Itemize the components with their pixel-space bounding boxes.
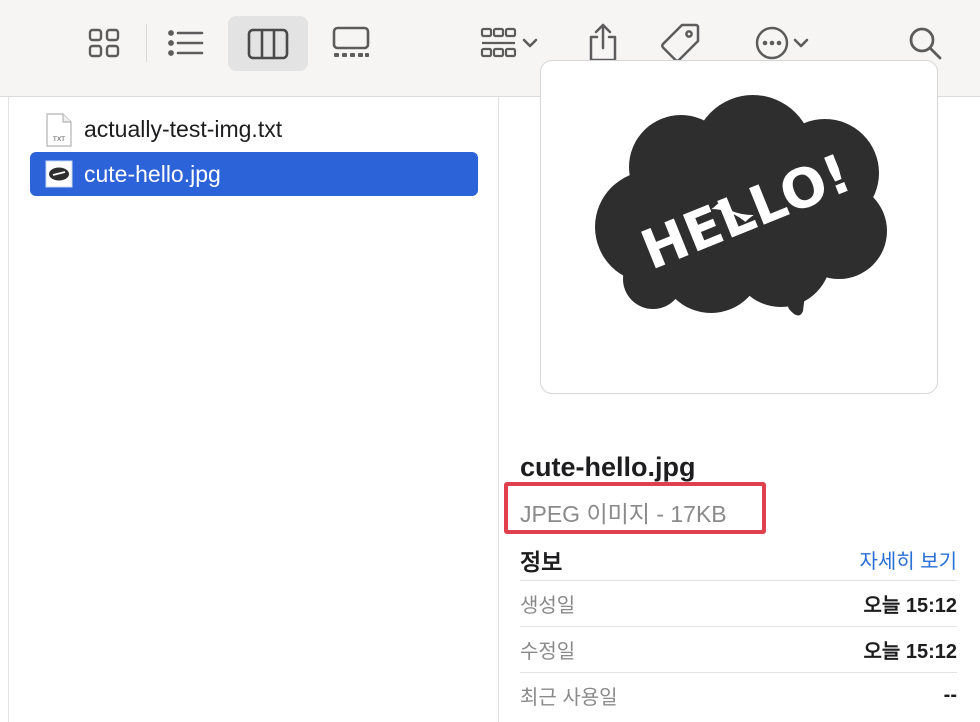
gallery-icon (332, 26, 370, 57)
info-value: 오늘 15:12 (863, 594, 957, 617)
group-by-button[interactable] (468, 20, 548, 66)
info-row-modified: 수정일 오늘 15:12 (520, 626, 957, 671)
info-value: -- (943, 683, 957, 706)
group-grid-icon (480, 27, 517, 58)
info-value: 오늘 15:12 (863, 640, 957, 663)
hello-speech-bubble-image: HELLO! (595, 95, 887, 316)
gallery-view-button[interactable] (326, 20, 376, 66)
tag-icon (661, 23, 700, 62)
info-label: 최근 사용일 (520, 686, 618, 709)
preview-file-name: cute-hello.jpg (520, 452, 696, 482)
grid-icon (88, 28, 120, 58)
chevron-down-icon (522, 38, 538, 48)
file-row-jpg-selected[interactable]: cute-hello.jpg (30, 152, 478, 196)
list-icon (168, 30, 204, 56)
file-row-txt[interactable]: TXT actually-test-img.txt (30, 107, 478, 151)
preview-file-kind: JPEG 이미지 - 17KB (520, 501, 727, 527)
window-edge (8, 97, 9, 722)
file-name: actually-test-img.txt (84, 115, 283, 142)
ellipsis-circle-icon (755, 26, 789, 60)
info-row-created: 생성일 오늘 15:12 (520, 580, 957, 625)
show-more-link[interactable]: 자세히 보기 (859, 545, 957, 574)
search-icon (909, 27, 942, 60)
toolbar-separator (146, 24, 147, 62)
list-view-button[interactable] (160, 20, 212, 66)
jpg-thumbnail-icon (44, 158, 74, 195)
image-preview: HELLO! (540, 60, 938, 394)
info-label: 수정일 (520, 640, 576, 663)
info-label: 생성일 (520, 594, 576, 617)
info-heading: 정보 (520, 549, 563, 575)
share-button[interactable] (580, 18, 626, 66)
svg-text:TXT: TXT (52, 135, 65, 143)
chevron-down-icon (793, 38, 809, 48)
columns-icon (247, 28, 289, 59)
info-row-last-opened: 최근 사용일 -- (520, 672, 957, 717)
column-divider[interactable] (498, 97, 499, 722)
txt-file-icon: TXT (44, 113, 74, 152)
icon-view-button[interactable] (80, 20, 128, 66)
tags-button[interactable] (656, 18, 706, 66)
column-view-button[interactable] (228, 16, 308, 71)
file-name: cute-hello.jpg (84, 160, 221, 187)
share-icon (589, 23, 617, 62)
